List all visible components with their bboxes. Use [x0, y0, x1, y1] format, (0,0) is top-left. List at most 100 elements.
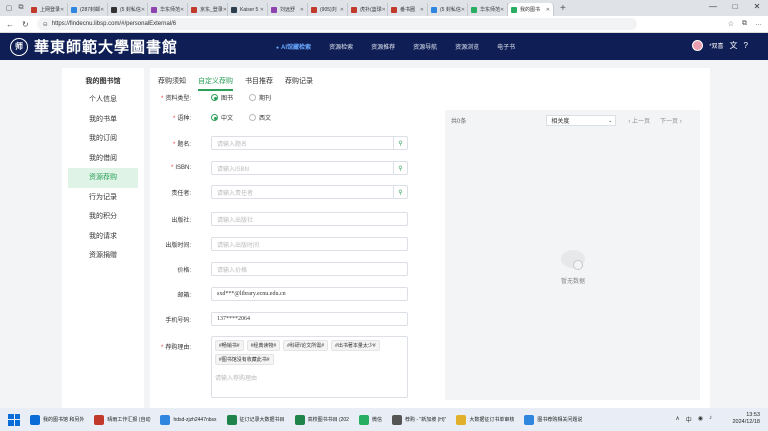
new-tab-button[interactable]: +	[560, 3, 566, 14]
translate-icon[interactable]: 文	[730, 40, 738, 51]
reload-icon[interactable]: ↻	[22, 20, 29, 29]
nav-resource-navigation[interactable]: 资源导航	[413, 42, 437, 51]
user-menu[interactable]: *双喜 文 ?	[692, 40, 748, 51]
radio-chinese[interactable]: 中文	[211, 113, 233, 122]
sidebar-item[interactable]: 资源荐购	[68, 168, 138, 188]
start-button[interactable]	[8, 413, 20, 426]
browser-tab[interactable]: 华东师范 ✕	[148, 3, 188, 16]
user-name[interactable]: *双喜	[709, 41, 723, 50]
author-input[interactable]: 请输入责任者 ⚲	[211, 185, 408, 199]
close-tab-icon[interactable]: ✕	[141, 7, 145, 13]
sidebar-item[interactable]: 资源捐赠	[62, 246, 144, 266]
sidebar-item[interactable]: 行为记录	[62, 188, 144, 208]
browser-tab[interactable]: (5 封私信 ✕	[108, 3, 148, 16]
close-tab-icon[interactable]: ✕	[500, 7, 504, 13]
browser-tab[interactable]: 刘远舒 ✕	[268, 3, 308, 16]
taskbar-app[interactable]: 高校图书书目 (202	[294, 414, 349, 425]
reason-tag[interactable]: #经典读物#	[246, 340, 281, 351]
close-tab-icon[interactable]: ✕	[100, 7, 104, 13]
sort-select[interactable]: 相关度 ⌄	[546, 115, 617, 126]
pubdate-input[interactable]: 请输入出版时间	[211, 237, 408, 251]
minimize-button[interactable]: —	[702, 0, 724, 14]
email-input[interactable]: sxd***@library.ecnu.edu.cn	[211, 287, 408, 301]
nav-resource-browse[interactable]: 资源浏览	[455, 42, 479, 51]
prev-page-button[interactable]: ‹ 上一页	[628, 116, 650, 125]
reason-tag[interactable]: #畅销书#	[215, 340, 244, 351]
close-tab-icon[interactable]: ✕	[420, 7, 424, 13]
avatar[interactable]	[692, 40, 704, 51]
close-tab-icon[interactable]: ✕	[382, 7, 386, 13]
maximize-button[interactable]: □	[724, 0, 746, 14]
radio-journal[interactable]: 期刊	[249, 93, 271, 102]
sidebar-item[interactable]: 我的订阅	[62, 129, 144, 149]
search-icon[interactable]: ⚲	[393, 162, 407, 174]
price-input[interactable]: 请输入价格	[211, 262, 408, 276]
close-tab-icon[interactable]: ✕	[260, 7, 264, 13]
close-tab-icon[interactable]: ✕	[546, 7, 550, 13]
browser-tab[interactable]: 虎扑(篮球 ✕	[348, 3, 388, 16]
taskbar-app[interactable]: 我的图书馆 和另外	[30, 414, 84, 425]
tray-chevron-icon[interactable]: ∧	[675, 415, 679, 424]
browser-tab[interactable]: Kaiser 5 ✕	[228, 3, 268, 16]
taskbar-app[interactable]: 征订记录大数据书目	[226, 414, 285, 425]
close-tab-icon[interactable]: ✕	[340, 7, 344, 13]
sidebar-item[interactable]: 我的书单	[62, 110, 144, 130]
taskbar-app[interactable]: 晴雨工作汇报 (自动	[94, 414, 150, 425]
browser-tab[interactable]: 京东_登录 ✕	[188, 3, 228, 16]
reason-tag[interactable]: #科研/论文所需#	[283, 340, 329, 351]
reason-tag[interactable]: #出书著本量太少#	[331, 340, 380, 351]
next-page-button[interactable]: 下一页 ›	[660, 116, 682, 125]
taskbar-app[interactable]: 大数据征订书单审核	[456, 414, 514, 425]
publisher-input[interactable]: 请输入出版社	[211, 212, 408, 226]
taskbar-app[interactable]: 微信	[358, 414, 382, 425]
close-tab-icon[interactable]: ✕	[60, 7, 64, 13]
network-icon[interactable]: ◉	[698, 415, 703, 424]
nav-ebooks[interactable]: 电子书	[497, 42, 515, 51]
browser-tab[interactable]: 上网登录 ✕	[28, 3, 68, 16]
taskbar-app[interactable]: hdsd-zjzh2447nbsx	[160, 414, 217, 425]
sidebar-item[interactable]: 个人信息	[62, 90, 144, 110]
isbn-input[interactable]: 请输入ISBN ⚲	[211, 161, 408, 175]
site-info-icon[interactable]: ⊝	[43, 21, 48, 28]
taskbar-app[interactable]: 图书荐购相关问题说	[524, 414, 582, 425]
tab-recommend-history[interactable]: 荐购记录	[285, 76, 313, 91]
browser-tab[interactable]: 番书圈 ✕	[388, 3, 428, 16]
volume-icon[interactable]: ♪	[709, 415, 712, 424]
phone-input[interactable]: 137****2064	[211, 312, 408, 326]
browser-profile-icon[interactable]: ▢	[4, 3, 14, 13]
search-icon[interactable]: ⚲	[393, 186, 407, 198]
reason-textarea[interactable]: #畅销书# #经典读物# #科研/论文所需# #出书著本量太少# #图书馆没有收藏此书#…	[211, 336, 408, 398]
sidebar-item[interactable]: 我的借阅	[62, 149, 144, 169]
sidebar-item[interactable]: 我的请求	[62, 227, 144, 247]
taskbar-app[interactable]: 荐购 - "新加坡 (H)"	[391, 414, 446, 425]
tab-actions-icon[interactable]: ⧉	[16, 3, 26, 13]
favorites-icon[interactable]: ☆	[728, 20, 734, 28]
close-tab-icon[interactable]: ✕	[461, 7, 465, 13]
help-icon[interactable]: ?	[744, 41, 748, 50]
browser-tab[interactable]: 华东师范 ✕	[468, 3, 508, 16]
title-input[interactable]: 请输入题名 ⚲	[211, 136, 408, 150]
close-tab-icon[interactable]: ✕	[223, 7, 227, 13]
radio-western[interactable]: 西文	[249, 113, 271, 122]
ime-icon[interactable]: 中	[686, 415, 692, 424]
reason-tag[interactable]: #图书馆没有收藏此书#	[215, 354, 274, 365]
browser-tab[interactable]: (905)刘 ✕	[308, 3, 348, 16]
tab-notice[interactable]: 荐购须知	[158, 76, 186, 91]
library-logo[interactable]: 师 華東師範大學圖書館	[10, 36, 178, 57]
more-icon[interactable]: …	[755, 20, 762, 28]
search-icon[interactable]: ⚲	[393, 137, 407, 149]
nav-resource-search[interactable]: 资源检索	[329, 42, 353, 51]
tab-custom-recommend[interactable]: 自定义荐购	[198, 76, 233, 91]
collections-icon[interactable]: ⧉	[742, 20, 747, 28]
nav-resource-recommend[interactable]: 资源推荐	[371, 42, 395, 51]
browser-tab[interactable]: (287封邮 ✕	[68, 3, 108, 16]
sidebar-item[interactable]: 我的积分	[62, 207, 144, 227]
url-field[interactable]: ⊝ https://findecnu.libsp.com/#/personalE…	[36, 18, 637, 30]
close-tab-icon[interactable]: ✕	[300, 7, 304, 13]
clock[interactable]: 13:53 2024/12/18	[732, 412, 760, 426]
browser-tab[interactable]: 我的图书 ✕	[508, 3, 554, 16]
radio-book[interactable]: 图书	[211, 93, 233, 102]
back-icon[interactable]: ←	[6, 20, 14, 29]
nav-ai-search[interactable]: AI馆藏检索	[276, 42, 311, 51]
tab-book-recommend[interactable]: 书目推荐	[245, 76, 273, 91]
